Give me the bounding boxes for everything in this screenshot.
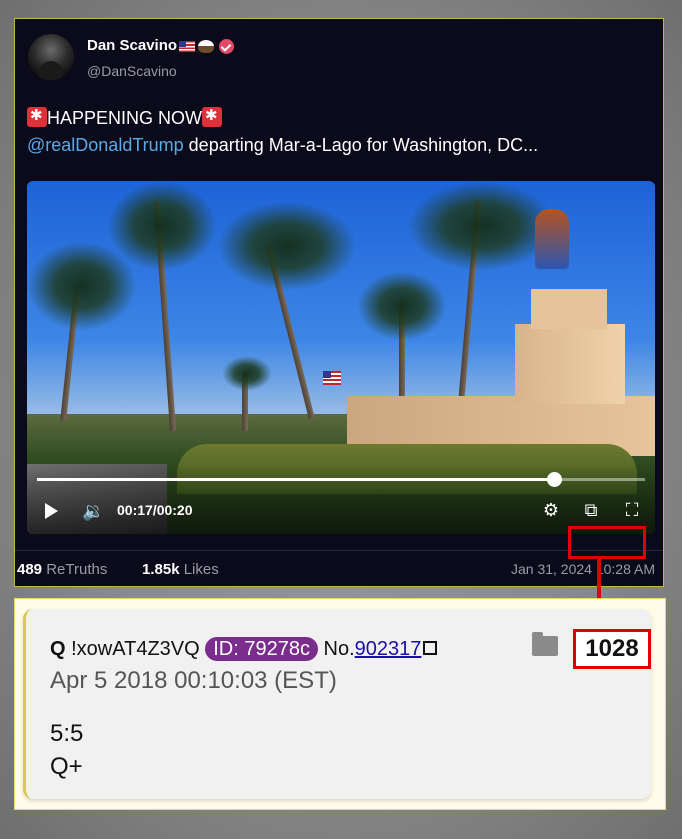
- video-progress-fill: [37, 478, 554, 481]
- author-name[interactable]: Dan Scavino: [87, 37, 235, 54]
- play-icon[interactable]: [45, 503, 58, 519]
- video-scene-frond: [217, 201, 357, 291]
- q-post-number: No.902317: [324, 638, 438, 660]
- post-headline: HAPPENING NOW: [27, 106, 223, 129]
- folder-icon[interactable]: [532, 632, 558, 656]
- fullscreen-icon[interactable]: ⛶: [621, 499, 643, 521]
- video-scene-tower: [515, 324, 625, 404]
- mention-link[interactable]: @realDonaldTrump: [27, 135, 184, 155]
- q-post-date: Apr 5 2018 00:10:03 (EST): [50, 667, 337, 694]
- likes-count: 1.85k: [142, 561, 180, 578]
- post-body: @realDonaldTrump departing Mar-a-Lago fo…: [27, 135, 538, 156]
- q-tripcode: !xowAT4Z3VQ: [71, 638, 200, 660]
- video-scene-tower-top: [531, 289, 607, 329]
- siren-icon: [27, 106, 47, 127]
- truth-post: Dan Scavino @DanScavino HAPPENING NOW @r…: [14, 18, 664, 587]
- settings-icon[interactable]: ⚙: [540, 499, 562, 521]
- likes-stat[interactable]: 1.85k Likes: [142, 561, 219, 578]
- video-scene-flag: [323, 371, 341, 385]
- q-body-line: 5:5: [50, 720, 84, 747]
- verified-icon: [219, 38, 235, 54]
- video-time: 00:17/00:20: [117, 502, 193, 518]
- pip-icon[interactable]: ⧉: [580, 499, 602, 521]
- q-body-line: Q+: [50, 753, 83, 780]
- q-post-link[interactable]: 902317: [355, 638, 422, 660]
- q-drop-number: 1028: [573, 629, 651, 669]
- external-link-icon[interactable]: [423, 641, 438, 655]
- q-name: Q: [50, 638, 66, 660]
- q-no-label: No.: [323, 638, 355, 660]
- likes-label: Likes: [183, 561, 219, 578]
- q-id-badge[interactable]: ID: 79278c: [205, 637, 318, 661]
- video-scene-statue: [535, 209, 569, 269]
- q-post-card: Q !xowAT4Z3VQ ID: 79278c No.902317 1028 …: [23, 609, 651, 799]
- background-frame: Dan Scavino @DanScavino HAPPENING NOW @r…: [0, 0, 682, 839]
- video-scene-frond: [357, 271, 447, 341]
- retruths-stat[interactable]: 489 ReTruths: [17, 561, 107, 578]
- author-handle[interactable]: @DanScavino: [87, 63, 177, 79]
- q-post-body: 5:5 Q+: [50, 717, 83, 783]
- author-name-text: Dan Scavino: [87, 37, 178, 54]
- siren-icon: [202, 106, 223, 127]
- volume-icon[interactable]: 🔉: [82, 501, 104, 521]
- q-post-header: Q !xowAT4Z3VQ ID: 79278c No.902317: [50, 637, 438, 661]
- post-date: Jan 31, 2024: [510, 561, 592, 577]
- video-progress-handle[interactable]: [546, 472, 562, 487]
- eagle-icon: [198, 39, 215, 53]
- retruths-label: ReTruths: [46, 561, 108, 578]
- post-body-text: departing Mar-a-Lago for Washington, DC.…: [183, 135, 539, 155]
- post-stats: 489 ReTruths 1.85k Likes Jan 31, 2024 10…: [15, 550, 663, 587]
- flag-icon: [179, 40, 196, 52]
- video-player[interactable]: 🔉 00:17/00:20 ⚙ ⧉ ⛶: [27, 181, 655, 534]
- retruths-count: 489: [17, 561, 43, 578]
- post-timestamp: Jan 31, 2024 10:28 AM: [511, 561, 655, 577]
- video-progress-bar[interactable]: [37, 472, 645, 487]
- video-scene-frond: [27, 241, 137, 331]
- avatar[interactable]: [28, 34, 74, 80]
- video-scene-frond: [222, 356, 272, 391]
- q-post-panel: Q !xowAT4Z3VQ ID: 79278c No.902317 1028 …: [14, 598, 666, 810]
- time-highlight-box: [568, 526, 646, 559]
- post-time: 10:28 AM: [595, 561, 655, 577]
- headline-text: HAPPENING NOW: [47, 108, 203, 128]
